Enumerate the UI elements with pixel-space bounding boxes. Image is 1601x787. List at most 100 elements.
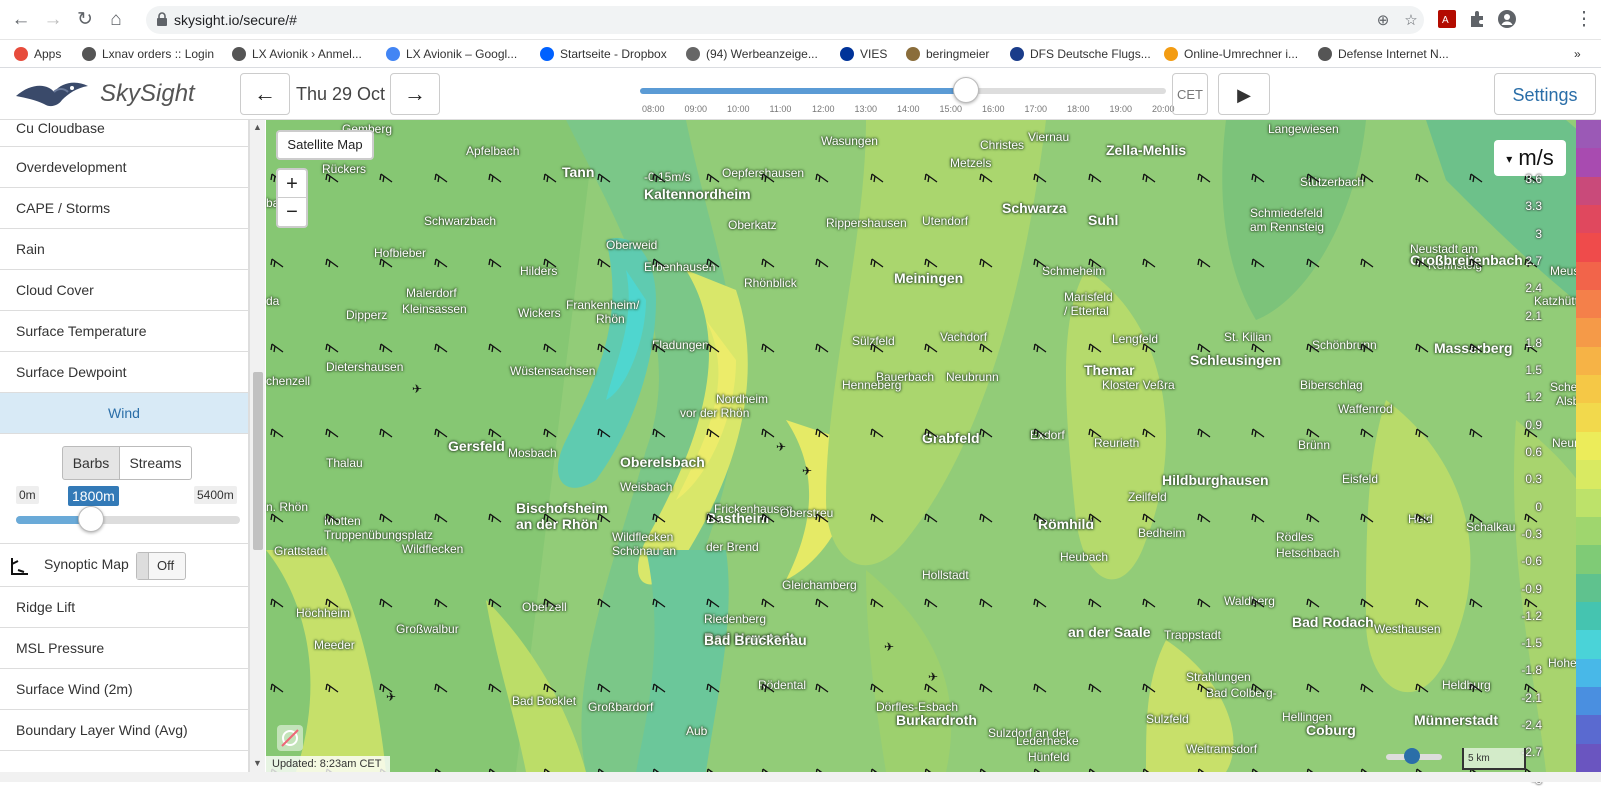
legend-value-label: -0.3 xyxy=(1521,526,1542,541)
legend-value-label: 1.2 xyxy=(1525,390,1542,405)
wind-barb-icon xyxy=(270,343,284,353)
bookmark-2[interactable]: LX Avionik › Anmel... xyxy=(232,44,362,64)
wind-barb-icon xyxy=(651,258,665,268)
reload-icon[interactable]: ↻ xyxy=(73,8,97,32)
next-day-button[interactable]: → xyxy=(390,73,440,115)
forward-arrow-icon[interactable]: → xyxy=(41,8,65,32)
scrollbar-thumb[interactable] xyxy=(253,372,263,550)
sidebar-item-surface-temperature[interactable]: Surface Temperature xyxy=(0,311,248,352)
settings-button[interactable]: Settings xyxy=(1494,73,1596,115)
time-slider-handle[interactable] xyxy=(953,77,980,103)
wind-barb-icon xyxy=(433,173,447,183)
bookmark-1[interactable]: Lxnav orders :: Login xyxy=(82,44,214,64)
back-arrow-icon[interactable]: ← xyxy=(9,8,33,32)
sidebar-scrollbar[interactable]: ▲ ▼ xyxy=(249,120,265,772)
bookmark-3[interactable]: LX Avionik – Googl... xyxy=(386,44,517,64)
wind-barb-icon xyxy=(815,598,829,608)
map-place-label: Münnerstadt xyxy=(1414,712,1498,728)
map-place-label: Schwarzbach xyxy=(424,214,497,228)
bookmark-0[interactable]: Apps xyxy=(14,44,61,64)
map-place-label: Oberweid xyxy=(606,238,658,252)
sidebar-item-cu-cloudbase[interactable]: Cu Cloudbase xyxy=(0,120,248,147)
wind-barb-icon xyxy=(433,598,447,608)
sidebar-item-surface-dewpoint[interactable]: Surface Dewpoint xyxy=(0,352,248,393)
map-place-label: Wildflecken xyxy=(402,542,464,556)
profile-avatar-icon[interactable] xyxy=(1498,10,1516,28)
satellite-map-button[interactable]: Satellite Map xyxy=(276,130,374,160)
legend-value-label: 0.6 xyxy=(1525,445,1542,459)
bookmarks-overflow-icon[interactable]: » xyxy=(1574,44,1581,64)
map-place-label: Höchheim xyxy=(296,606,351,620)
synoptic-map-toggle[interactable]: Off xyxy=(136,552,186,580)
forecast-map[interactable]: Wasungen Christes Viernau Zella-Mehlis Lange… xyxy=(266,120,1601,772)
streams-toggle-button[interactable]: Streams xyxy=(120,446,192,480)
wind-barb-icon xyxy=(1196,513,1210,523)
bookmark-label: VIES xyxy=(860,47,888,61)
map-place-label: Truppenübungsplatz xyxy=(324,528,433,542)
bookmark-9[interactable]: Online-Umrechner i... xyxy=(1164,44,1298,64)
wind-barb-icon xyxy=(379,173,393,183)
horizontal-scrollbar[interactable] xyxy=(0,772,1601,782)
bookmark-7[interactable]: beringmeier xyxy=(906,44,989,64)
airfield-icon: ✈ xyxy=(776,440,787,454)
barbs-toggle-button[interactable]: Barbs xyxy=(62,446,120,480)
extensions-puzzle-icon[interactable] xyxy=(1468,10,1486,28)
sidebar-item-ridge-lift[interactable]: Ridge Lift xyxy=(0,587,248,628)
map-place-label: Meeder xyxy=(314,638,355,652)
legend-value-label: -1.2 xyxy=(1521,608,1542,623)
map-place-label: Gleichamberg xyxy=(782,578,857,592)
address-bar[interactable]: skysight.io/secure/# ⊕ ☆ xyxy=(146,6,1424,34)
sidebar-item-msl-pressure[interactable]: MSL Pressure xyxy=(0,628,248,669)
bookmark-5[interactable]: (94) Werbeanzeige... xyxy=(686,44,818,64)
sidebar-item-wind[interactable]: Wind xyxy=(0,393,248,434)
legend-value-label: 2.7 xyxy=(1525,253,1542,268)
bookmark-star-icon[interactable]: ☆ xyxy=(1402,12,1420,30)
wind-barb-icon xyxy=(1251,343,1265,353)
opacity-slider-handle[interactable] xyxy=(1404,748,1420,764)
map-place-label: Zeilfeld xyxy=(1128,490,1167,504)
legend-value-label: -1.5 xyxy=(1521,636,1542,651)
play-button[interactable]: ▶ xyxy=(1218,73,1270,115)
bookmark-8[interactable]: DFS Deutsche Flugs... xyxy=(1010,44,1151,64)
wind-barb-icon xyxy=(869,598,883,608)
sidebar-item-cloud-cover[interactable]: Cloud Cover xyxy=(0,270,248,311)
unit-selector[interactable]: ▾ m/s xyxy=(1494,140,1566,176)
scroll-down-icon[interactable]: ▼ xyxy=(253,758,262,768)
altitude-slider-handle[interactable] xyxy=(77,506,104,532)
legend-value-label: 3.6 xyxy=(1525,172,1542,186)
map-place-label: Neubrunn xyxy=(946,370,999,384)
wind-barb-icon xyxy=(1251,683,1265,693)
wind-barb-icon xyxy=(1196,598,1210,608)
location-off-icon[interactable] xyxy=(277,725,303,751)
sidebar-item-cape-storms[interactable]: CAPE / Storms xyxy=(0,188,248,229)
wind-barb-icon xyxy=(379,428,393,438)
scroll-up-icon[interactable]: ▲ xyxy=(253,122,262,132)
install-app-icon[interactable]: ⊕ xyxy=(1374,12,1392,30)
wind-barb-icon xyxy=(1142,173,1156,183)
time-tick-label: 15:00 xyxy=(939,104,963,114)
wind-barb-icon xyxy=(1360,513,1374,523)
sidebar-item-rain[interactable]: Rain xyxy=(0,229,248,270)
sidebar-item-surface-wind-2m-[interactable]: Surface Wind (2m) xyxy=(0,669,248,710)
wind-barb-icon xyxy=(1033,598,1047,608)
pdf-extension-icon[interactable]: A xyxy=(1438,10,1456,28)
bookmark-4[interactable]: Startseite - Dropbox xyxy=(540,44,667,64)
sidebar-item-overdevelopment[interactable]: Overdevelopment xyxy=(0,147,248,188)
browser-menu-icon[interactable]: ⋮ xyxy=(1572,8,1596,32)
wind-barb-icon xyxy=(1414,683,1428,693)
bookmark-10[interactable]: Defense Internet N... xyxy=(1318,44,1449,64)
zoom-in-button[interactable]: + xyxy=(278,170,306,198)
bookmark-favicon-icon xyxy=(1010,47,1024,61)
prev-day-button[interactable]: ← xyxy=(240,73,290,115)
home-icon[interactable]: ⌂ xyxy=(104,8,128,32)
wind-barb-icon xyxy=(651,598,665,608)
wind-barb-icon xyxy=(978,513,992,523)
time-tick-label: 09:00 xyxy=(684,104,708,114)
wind-barb-icon xyxy=(1305,428,1319,438)
zoom-out-button[interactable]: − xyxy=(278,198,306,226)
wind-barb-icon xyxy=(1142,343,1156,353)
bookmark-6[interactable]: VIES xyxy=(840,44,887,64)
sidebar-item-boundary-layer-wind-avg-[interactable]: Boundary Layer Wind (Avg) xyxy=(0,710,248,751)
wind-barb-icon xyxy=(924,428,938,438)
map-place-label: Metzels xyxy=(950,156,992,170)
